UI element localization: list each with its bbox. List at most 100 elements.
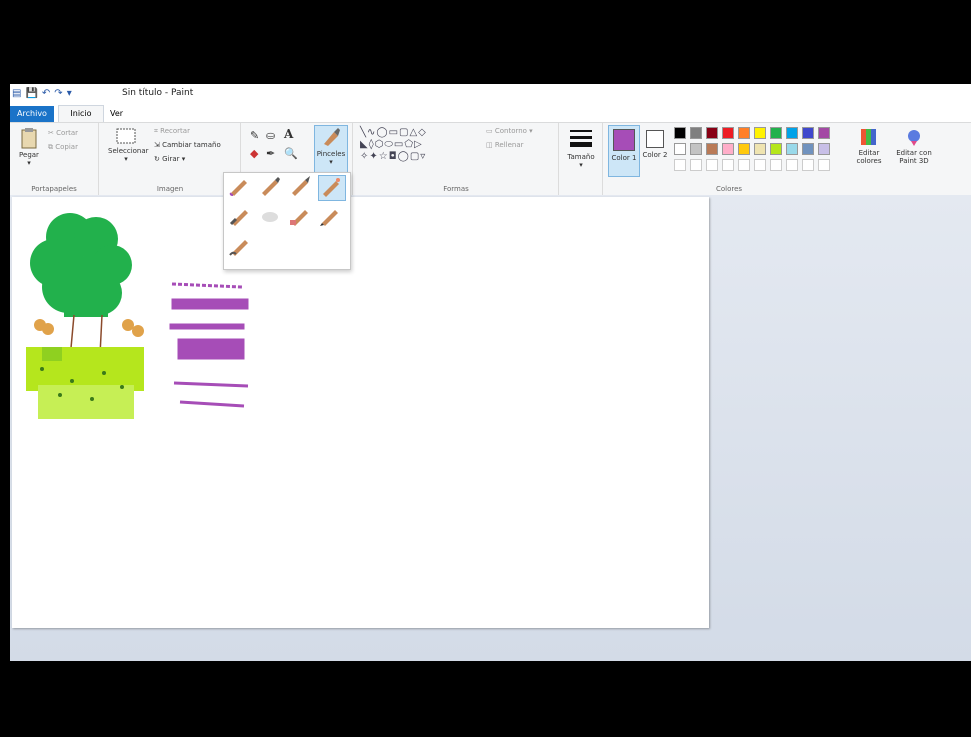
palette-color-swatch[interactable] bbox=[706, 127, 718, 139]
group-clipboard: Pegar ▾ ✂ Cortar ⧉ Copiar Portapapeles bbox=[10, 123, 99, 195]
pencil-icon[interactable]: ✎ bbox=[250, 129, 259, 142]
palette-color-swatch[interactable] bbox=[770, 143, 782, 155]
drawing bbox=[26, 213, 249, 419]
ribbon: Pegar ▾ ✂ Cortar ⧉ Copiar Portapapeles S… bbox=[10, 122, 971, 196]
brushes-dropdown bbox=[223, 172, 351, 270]
eraser-icon[interactable]: ◆ bbox=[250, 147, 258, 160]
edit-colors-button[interactable]: Editar colores bbox=[854, 127, 884, 165]
tree-canopy bbox=[30, 213, 132, 317]
group-label: Portapapeles bbox=[31, 185, 77, 193]
palette-color-swatch[interactable] bbox=[674, 143, 686, 155]
marker-option[interactable] bbox=[288, 205, 314, 229]
tab-file[interactable]: Archivo bbox=[10, 106, 54, 122]
airbrush-option[interactable] bbox=[318, 175, 346, 201]
pencil-brush-option[interactable] bbox=[318, 205, 344, 229]
paint3d-button[interactable]: Editar con Paint 3D bbox=[894, 127, 934, 165]
paste-icon bbox=[21, 128, 37, 149]
color2-button[interactable]: Color 2 bbox=[642, 127, 668, 159]
paint-app-icon: ▤ bbox=[12, 88, 22, 99]
palette-color-swatch[interactable] bbox=[786, 143, 798, 155]
crop-button[interactable]: ⌗ Recortar bbox=[154, 127, 190, 136]
shapes-gallery[interactable]: ╲∿◯▭▢△◇ ◣◊⬡⬭▭⬠▷ ✧✦☆◘◯▢▿ bbox=[360, 127, 480, 163]
palette-color-swatch[interactable] bbox=[706, 143, 718, 155]
crayon-option[interactable] bbox=[258, 205, 284, 229]
palette-color-swatch[interactable] bbox=[722, 143, 734, 155]
custom-color-slot[interactable] bbox=[818, 159, 830, 171]
palette-color-swatch[interactable] bbox=[786, 127, 798, 139]
paste-button[interactable]: Pegar ▾ bbox=[16, 127, 42, 167]
color-picker-icon[interactable]: ✒ bbox=[266, 147, 275, 160]
fill-icon[interactable]: ⛀ bbox=[266, 129, 275, 142]
select-button[interactable]: Seleccionar ▾ bbox=[108, 127, 149, 163]
paint-window: ▤ 💾 ↶ ↷ ▾ Sin título - Paint Archivo Ini… bbox=[10, 84, 971, 661]
quick-access-toolbar: ▤ 💾 ↶ ↷ ▾ bbox=[12, 88, 72, 99]
custom-color-slot[interactable] bbox=[706, 159, 718, 171]
chevron-down-icon: ▾ bbox=[124, 155, 128, 163]
rotate-button[interactable]: ↻ Girar ▾ bbox=[154, 155, 185, 163]
watercolor-brush-option[interactable] bbox=[228, 235, 254, 259]
palette-color-swatch[interactable] bbox=[674, 127, 686, 139]
copy-button[interactable]: ⧉ Copiar bbox=[48, 143, 78, 152]
paint3d-icon bbox=[908, 130, 920, 146]
line-size-icon bbox=[570, 130, 592, 147]
custom-color-slot[interactable] bbox=[754, 159, 766, 171]
customize-dropdown-icon[interactable]: ▾ bbox=[67, 88, 72, 99]
cut-button[interactable]: ✂ Cortar bbox=[48, 129, 78, 137]
custom-color-slot[interactable] bbox=[802, 159, 814, 171]
group-shapes: ╲∿◯▭▢△◇ ◣◊⬡⬭▭⬠▷ ✧✦☆◘◯▢▿ ▭ Contorno ▾ ◫ Rel… bbox=[354, 123, 559, 195]
palette-color-swatch[interactable] bbox=[722, 127, 734, 139]
paste-label: Pegar bbox=[19, 151, 39, 159]
purple-strokes bbox=[169, 282, 249, 408]
brushes-button[interactable]: Pinceles ▾ bbox=[314, 125, 348, 175]
color1-swatch bbox=[613, 129, 635, 151]
calligraphy-brush-2-option[interactable] bbox=[288, 175, 314, 199]
group-label: Formas bbox=[443, 185, 469, 193]
drawing-canvas[interactable] bbox=[12, 197, 709, 628]
palette-color-swatch[interactable] bbox=[770, 127, 782, 139]
palette-color-swatch[interactable] bbox=[690, 127, 702, 139]
resize-button[interactable]: ⇲ Cambiar tamaño bbox=[154, 141, 221, 149]
calligraphy-brush-option[interactable] bbox=[258, 175, 284, 199]
group-colors: Color 1 Color 2 Editar colores Editar co… bbox=[604, 123, 971, 195]
oil-brush-option[interactable] bbox=[228, 205, 254, 229]
canvas-area bbox=[10, 195, 971, 661]
color2-swatch bbox=[646, 130, 664, 148]
palette-color-swatch[interactable] bbox=[738, 127, 750, 139]
chevron-down-icon: ▾ bbox=[27, 159, 31, 167]
fill-button[interactable]: ◫ Rellenar bbox=[486, 141, 524, 149]
redo-icon[interactable]: ↷ bbox=[54, 88, 62, 99]
palette-color-swatch[interactable] bbox=[754, 127, 766, 139]
flowers bbox=[34, 319, 144, 337]
grass-bush bbox=[26, 347, 144, 419]
custom-color-slot[interactable] bbox=[770, 159, 782, 171]
palette-color-swatch[interactable] bbox=[754, 143, 766, 155]
palette-color-swatch[interactable] bbox=[802, 127, 814, 139]
custom-color-slot[interactable] bbox=[786, 159, 798, 171]
text-icon[interactable]: A bbox=[284, 127, 293, 141]
color-palette bbox=[674, 127, 854, 171]
color1-button[interactable]: Color 1 bbox=[608, 125, 640, 177]
ribbon-tabs: Archivo Inicio Ver bbox=[10, 104, 971, 123]
magnifier-icon[interactable]: 🔍 bbox=[284, 147, 298, 160]
title-bar: ▤ 💾 ↶ ↷ ▾ Sin título - Paint bbox=[10, 84, 971, 104]
palette-color-swatch[interactable] bbox=[738, 143, 750, 155]
custom-color-slot[interactable] bbox=[690, 159, 702, 171]
color-wheel-icon bbox=[861, 129, 876, 145]
palette-color-swatch[interactable] bbox=[802, 143, 814, 155]
outline-button[interactable]: ▭ Contorno ▾ bbox=[486, 127, 533, 135]
custom-color-slot[interactable] bbox=[722, 159, 734, 171]
undo-icon[interactable]: ↶ bbox=[42, 88, 50, 99]
group-image: Seleccionar ▾ ⌗ Recortar ⇲ Cambiar tamañ… bbox=[100, 123, 241, 195]
tab-home[interactable]: Inicio bbox=[58, 105, 104, 123]
brush-option[interactable] bbox=[228, 175, 254, 199]
group-label: Colores bbox=[715, 185, 743, 193]
palette-color-swatch[interactable] bbox=[818, 127, 830, 139]
save-icon[interactable]: 💾 bbox=[25, 88, 37, 99]
custom-color-slot[interactable] bbox=[738, 159, 750, 171]
palette-color-swatch[interactable] bbox=[690, 143, 702, 155]
brush-icon bbox=[324, 128, 340, 146]
custom-color-slot[interactable] bbox=[674, 159, 686, 171]
tab-view[interactable]: Ver bbox=[110, 106, 123, 122]
size-button[interactable]: Tamaño ▾ bbox=[564, 127, 598, 169]
palette-color-swatch[interactable] bbox=[818, 143, 830, 155]
